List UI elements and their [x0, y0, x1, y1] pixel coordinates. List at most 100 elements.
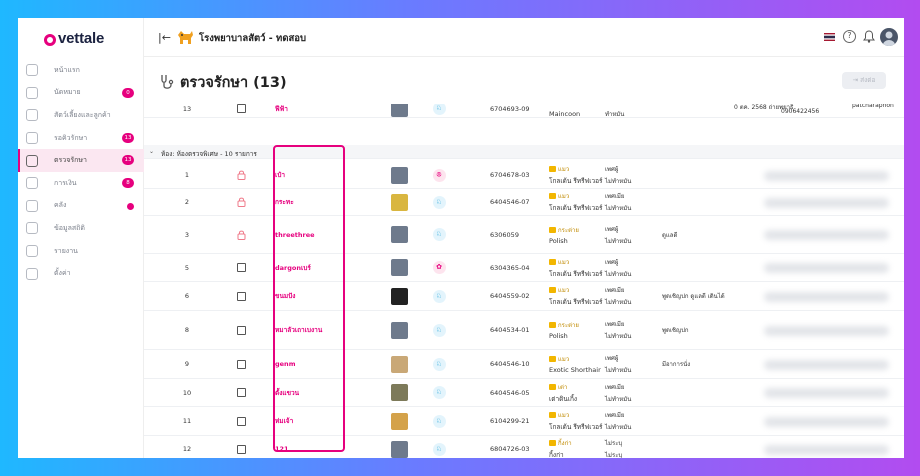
table-row[interactable]: 3 threethree ♘ 6306059 กระต่าย Polish เพศผู้ ไม… — [144, 216, 904, 254]
room-group-header[interactable]: ⌄ ห้อง: ห้องตรวจพิเศษ - 10 รายการ — [144, 145, 904, 159]
settings-icon — [26, 267, 38, 280]
pet-name[interactable]: ขนมปัง — [275, 282, 345, 310]
note: พูดเชิญปก — [662, 327, 689, 334]
row-checkbox[interactable] — [236, 325, 246, 335]
pet-name[interactable]: เป๋า — [275, 162, 345, 188]
pet-name[interactable]: ห่มเจ้า — [275, 407, 345, 435]
notification-dot — [127, 202, 134, 210]
hn-number: 6704678-03 — [490, 171, 530, 179]
room-group-label: ห้อง: ห้องตรวจพิเศษ - 10 รายการ — [161, 149, 257, 158]
sidebar-item[interactable]: สัตว์เลี้ยงและลูกค้า — [18, 104, 144, 127]
pet-photo — [390, 384, 408, 401]
redacted-owner-info — [764, 417, 889, 427]
dog-type-icon: ♘ — [432, 195, 446, 209]
table-row-partial[interactable]: 13 ฟีฟ้า ♘ 6704693-09 Maincoon ทำหมัน 0 … — [144, 104, 904, 118]
row-number: 2 — [184, 198, 190, 206]
redacted-owner-info — [764, 292, 889, 302]
sidebar-item[interactable]: นัดหมาย 0 — [18, 82, 144, 105]
sidebar-item[interactable]: คลัง — [18, 195, 144, 218]
pet-photo — [390, 226, 408, 243]
row-checkbox[interactable] — [236, 416, 246, 426]
home-icon — [26, 64, 38, 77]
lock-icon — [237, 230, 245, 240]
row-number: 3 — [184, 230, 190, 239]
table-row[interactable]: 2 กระทะ ♘ 6404546-07 แมว โกลเด้น รีทรีฟเวอร์เ… — [144, 189, 904, 216]
pet-photo — [390, 412, 408, 430]
report-icon — [26, 245, 38, 258]
pet-name[interactable]: dargonเบร์ — [275, 254, 345, 281]
pet-photo — [390, 287, 408, 305]
pet-name[interactable]: ฟีฟ้า — [275, 104, 345, 117]
hn-number: 6704693-09 — [490, 104, 530, 113]
redacted-owner-info — [764, 198, 889, 208]
table-row[interactable]: 1 เป๋า ꔮ 6704678-03 แมว โกลเด้น รีทรีฟเวอร์ เพ… — [144, 162, 904, 189]
dog-type-icon: ♘ — [432, 357, 446, 371]
neuter-status: ไม่ทำหมัน — [605, 395, 632, 403]
table-row[interactable]: 6 ขนมปัง ♘ 6404559-02 แมว โกลเด้น รีทรีฟเวอร์… — [144, 282, 904, 311]
thai-flag-icon[interactable] — [824, 33, 835, 41]
note: พูดเชิญปก ดูแลดี เดินได้ — [662, 293, 725, 300]
breed: Polish — [549, 236, 568, 245]
dog-type-icon: ♘ — [432, 323, 446, 337]
table-row[interactable]: 12 121 ♘ 6804726-03 กิ้งก่า กิ้งก่า ไม่ระบุ ไม่… — [144, 436, 904, 458]
sidebar-item[interactable]: ตรวจรักษา 13 — [18, 149, 144, 172]
species: แมว — [558, 258, 570, 266]
note: มีอาการนั่ง — [662, 361, 691, 368]
table-row[interactable]: 5 dargonเบร์ ✿ 6304365-04 แมว โกลเด้น รีทรีฟเ… — [144, 254, 904, 282]
table-row[interactable]: 8 หมาลัวเถาเบงาน ♘ 6404534-01 กระต่าย Polish เ… — [144, 311, 904, 350]
note — [662, 162, 742, 188]
table-row[interactable]: 9 genm ♘ 6404546-10 แมว Exotic Shorthair เพศผู… — [144, 350, 904, 379]
stethoscope-icon — [161, 75, 174, 89]
user-avatar[interactable] — [880, 28, 898, 46]
breed: กิ้งก่า — [549, 451, 564, 458]
calendar-icon — [26, 86, 38, 99]
vettale-logo[interactable]: vettale — [44, 30, 104, 47]
row-checkbox[interactable] — [236, 388, 246, 397]
pet-name[interactable]: ตั้งแขวน — [275, 379, 345, 406]
row-checkbox[interactable] — [236, 104, 246, 113]
pet-name[interactable]: genm — [275, 350, 345, 378]
neuter-status: ไม่ระบุ — [605, 452, 623, 458]
note — [662, 436, 742, 458]
row-checkbox[interactable] — [236, 444, 246, 454]
collapse-left-icon[interactable]: |← — [158, 31, 171, 44]
sex: เพศผู้ — [605, 225, 619, 233]
chevron-down-icon[interactable]: ⌄ — [149, 148, 154, 155]
sidebar-item[interactable]: การเงิน 8 — [18, 172, 144, 195]
help-icon[interactable]: ? — [843, 30, 856, 43]
pet-name[interactable]: กระทะ — [275, 189, 345, 215]
species-icon — [549, 356, 556, 362]
note — [662, 254, 742, 281]
sidebar-item[interactable]: รายงาน — [18, 240, 144, 263]
row-checkbox[interactable] — [236, 263, 246, 272]
pet-name[interactable]: 121 — [275, 436, 345, 458]
sidebar: vettale หน้าแรก นัดหมาย 0 สัตว์เลี้ยงและลูก… — [18, 18, 144, 458]
sidebar-item[interactable]: ข้อมูลสถิติ — [18, 217, 144, 240]
redacted-owner-info — [764, 388, 889, 398]
hn-number: 6306059 — [490, 230, 519, 239]
row-number: 6 — [184, 292, 190, 300]
bell-icon[interactable] — [863, 30, 875, 43]
sidebar-item-label: รายงาน — [54, 246, 78, 255]
sidebar-item-label: ตรวจรักษา — [54, 156, 87, 165]
sidebar-item[interactable]: ตั้งค่า — [18, 262, 144, 285]
pet-name[interactable]: threethree — [275, 216, 345, 253]
sidebar-item[interactable]: รอคิวรักษา 13 — [18, 127, 144, 150]
row-checkbox[interactable] — [236, 291, 246, 301]
species: แมว — [558, 166, 570, 173]
hn-number: 6404559-02 — [490, 292, 530, 300]
species-icon — [549, 166, 556, 172]
paw-icon — [26, 109, 38, 122]
note: ดูแลดี — [662, 231, 678, 239]
export-button[interactable]: ⇥ ส่งต่อ — [842, 72, 886, 89]
row-number: 9 — [184, 360, 190, 368]
hospital-name[interactable]: โรงพยาบาลสัตว์ - ทดสอบ — [199, 31, 306, 46]
neuter-status: ไม่ทำหมัน — [605, 424, 632, 431]
row-checkbox[interactable] — [236, 359, 246, 369]
sidebar-item-label: ตั้งค่า — [54, 269, 71, 278]
table-row[interactable]: 10 ตั้งแขวน ♘ 6404546-05 เต่า เต่าดินเกิ้ง เพศ… — [144, 379, 904, 407]
sidebar-item[interactable]: หน้าแรก — [18, 59, 144, 82]
pet-name[interactable]: หมาลัวเถาเบงาน — [275, 311, 345, 349]
sex: เพศเมีย — [605, 321, 625, 328]
table-row[interactable]: 11 ห่มเจ้า ♘ 6104299-21 แมว โกลเด้น รีทรีฟเวอ… — [144, 407, 904, 436]
